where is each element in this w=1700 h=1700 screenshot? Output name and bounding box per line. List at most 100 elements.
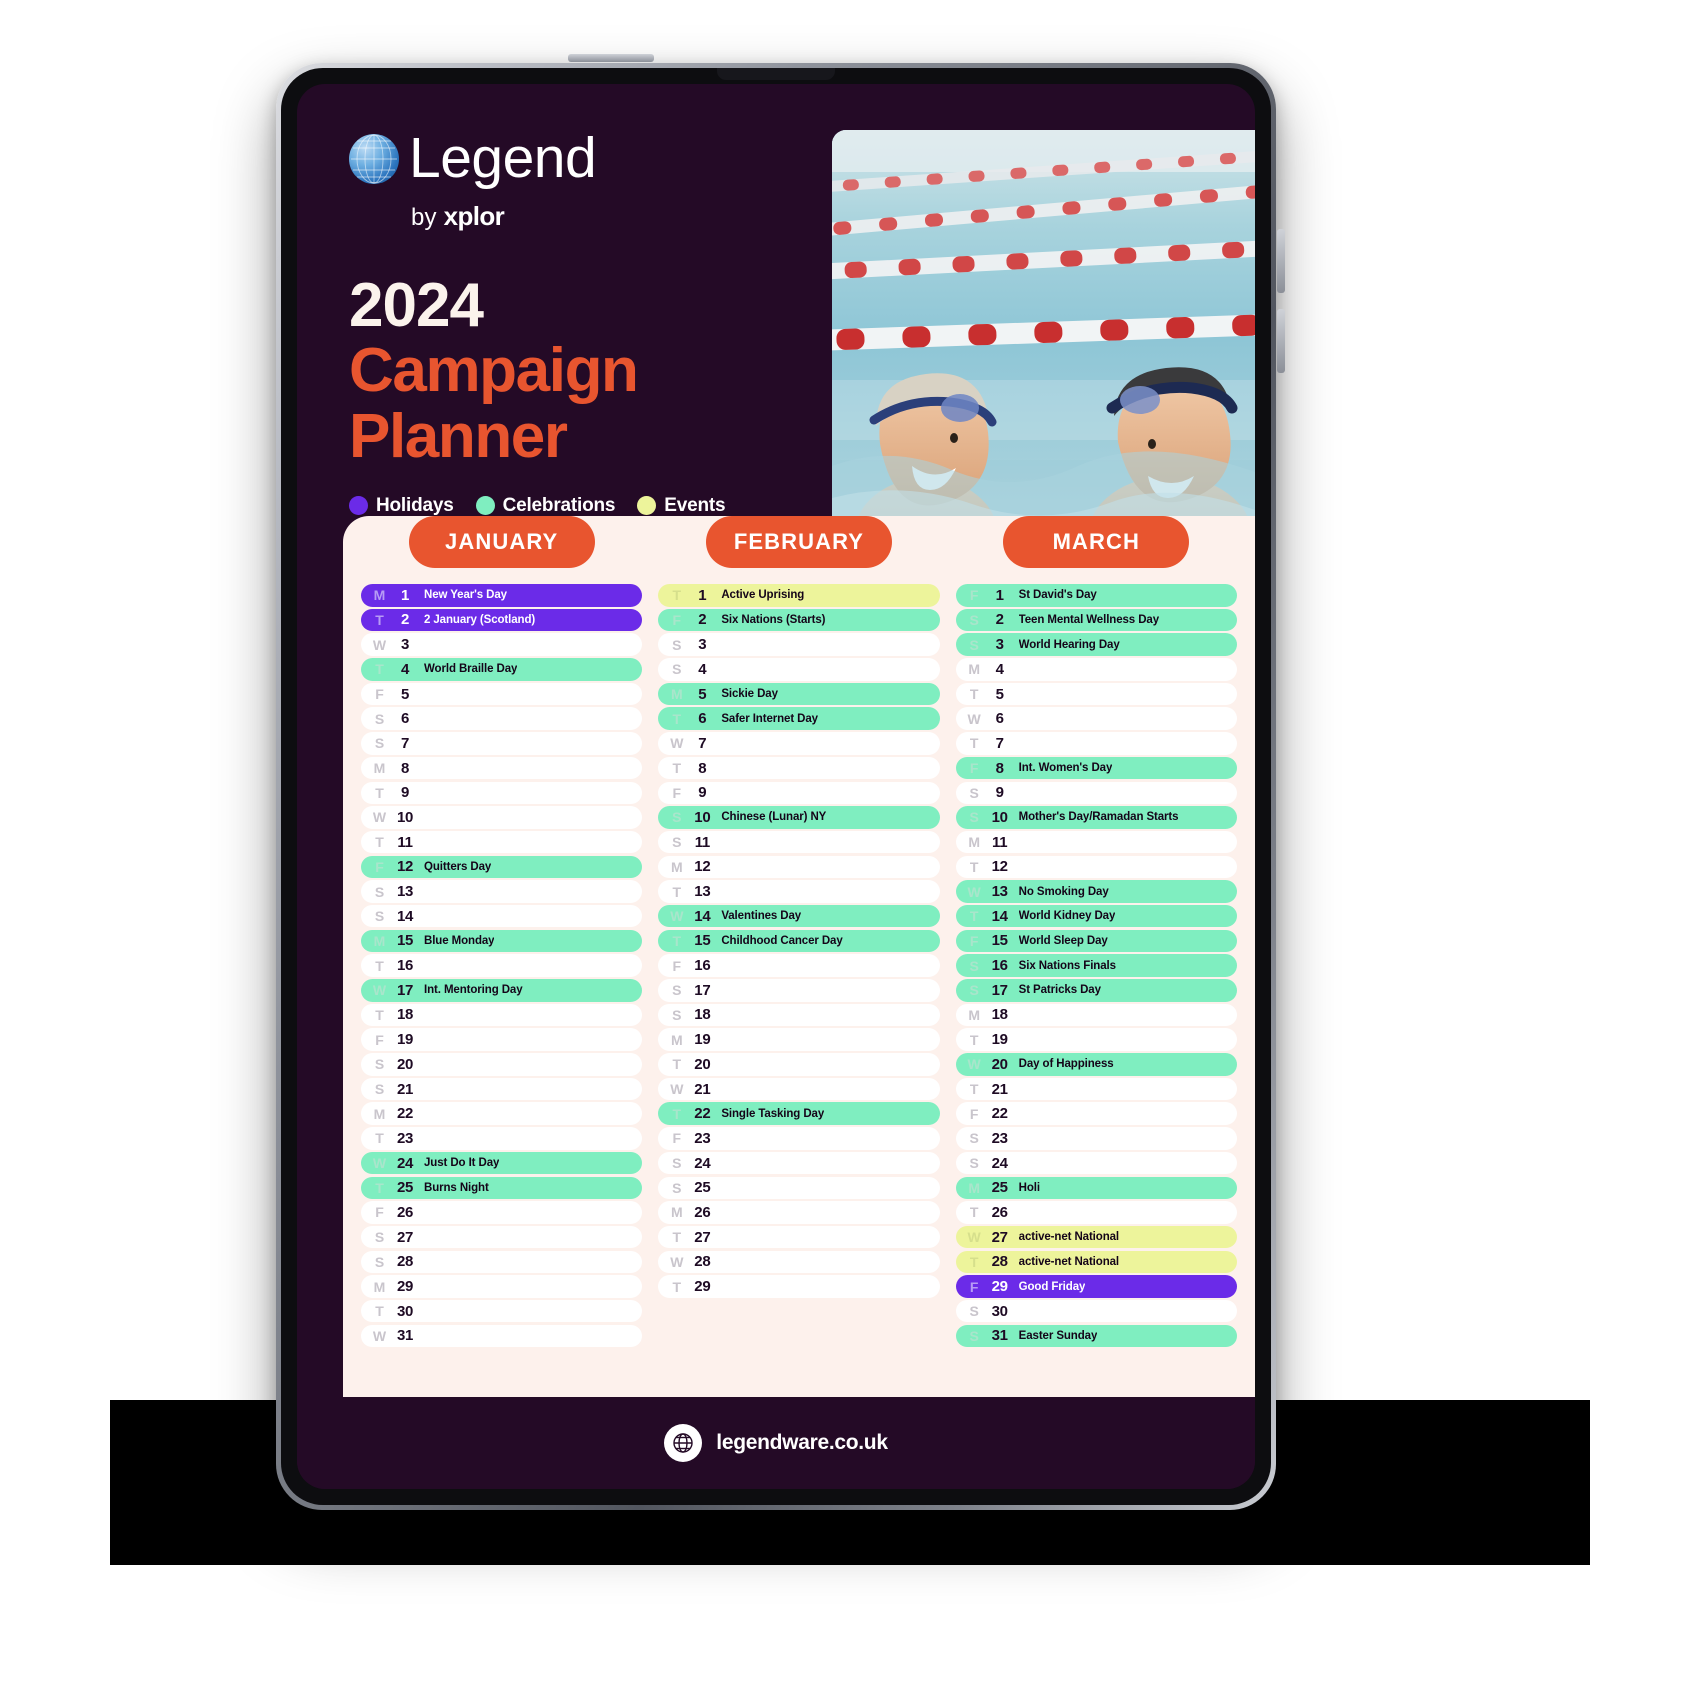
day-row[interactable]: S 13 bbox=[361, 880, 643, 903]
day-row[interactable]: W 28 bbox=[658, 1250, 940, 1274]
day-number: 17 bbox=[694, 981, 711, 999]
day-row[interactable]: F 15 World Sleep Day bbox=[955, 929, 1237, 953]
day-row[interactable]: F 2 Six Nations (Starts) bbox=[658, 608, 940, 632]
day-row[interactable]: T 6 Safer Internet Day bbox=[658, 707, 940, 730]
day-row[interactable]: W6 bbox=[955, 707, 1237, 730]
day-row[interactable]: M4 bbox=[955, 658, 1237, 681]
day-row[interactable]: M 12 bbox=[658, 855, 940, 879]
day-row[interactable]: T 22 Single Tasking Day bbox=[658, 1102, 940, 1125]
day-row[interactable]: W 17 Int. Mentoring Day bbox=[361, 979, 643, 1002]
day-row[interactable]: T 20 bbox=[658, 1053, 940, 1076]
day-row[interactable]: M 15 Blue Monday bbox=[361, 929, 643, 953]
day-row[interactable]: T 23 bbox=[361, 1127, 643, 1150]
day-row[interactable]: S 14 bbox=[361, 904, 643, 928]
day-row[interactable]: W 10 bbox=[361, 806, 643, 829]
day-row[interactable]: S 10 Chinese (Lunar) NY bbox=[658, 806, 940, 829]
day-row[interactable]: M 18 bbox=[955, 1003, 1237, 1027]
day-row[interactable]: S 10 Mother's Day/Ramadan Starts bbox=[955, 806, 1237, 829]
day-row[interactable]: S 28 bbox=[361, 1250, 643, 1274]
day-row[interactable]: T 15 Childhood Cancer Day bbox=[658, 929, 940, 953]
day-row[interactable]: F 16 bbox=[658, 954, 940, 977]
day-row[interactable]: W 21 bbox=[658, 1077, 940, 1101]
day-row[interactable]: T 30 bbox=[361, 1299, 643, 1323]
day-row[interactable]: T 4 World Braille Day bbox=[361, 658, 643, 681]
day-row[interactable]: M 1 New Year's Day bbox=[361, 584, 643, 607]
day-row[interactable]: S9 bbox=[955, 781, 1237, 804]
day-row[interactable]: T 19 bbox=[955, 1028, 1237, 1051]
day-row[interactable]: S 18 bbox=[658, 1003, 940, 1027]
day-row[interactable]: F 29 Good Friday bbox=[955, 1275, 1237, 1298]
day-row[interactable]: W 14 Valentines Day bbox=[658, 904, 940, 928]
day-row[interactable]: T 28 active-net National bbox=[955, 1250, 1237, 1274]
day-row[interactable]: T7 bbox=[955, 732, 1237, 755]
volume-up-button[interactable] bbox=[1277, 229, 1285, 293]
day-row[interactable]: S 24 bbox=[955, 1151, 1237, 1175]
day-row[interactable]: S 30 bbox=[955, 1299, 1237, 1323]
day-row[interactable]: T 16 bbox=[361, 954, 643, 977]
day-row[interactable]: F 8 Int. Women's Day bbox=[955, 756, 1237, 780]
month-title-february[interactable]: FEBRUARY bbox=[705, 516, 892, 568]
day-row[interactable]: M 26 bbox=[658, 1201, 940, 1224]
day-row[interactable]: M 25 Holi bbox=[955, 1176, 1237, 1199]
day-row[interactable]: S 27 bbox=[361, 1225, 643, 1249]
day-row[interactable]: M 22 bbox=[361, 1102, 643, 1125]
day-row[interactable]: T 12 bbox=[955, 855, 1237, 879]
day-row[interactable]: T5 bbox=[955, 682, 1237, 706]
day-row[interactable]: S7 bbox=[361, 732, 643, 755]
day-row[interactable]: F9 bbox=[658, 781, 940, 804]
day-row[interactable]: F 1 St David's Day bbox=[955, 584, 1237, 607]
day-row[interactable]: T2 2 January (Scotland) bbox=[361, 608, 643, 632]
day-row[interactable]: S 11 bbox=[658, 830, 940, 854]
day-row[interactable]: S 31 Easter Sunday bbox=[955, 1324, 1237, 1348]
day-row[interactable]: M 29 bbox=[361, 1275, 643, 1298]
day-row[interactable]: F 19 bbox=[361, 1028, 643, 1051]
day-row[interactable]: S6 bbox=[361, 707, 643, 730]
day-row[interactable]: W 24 Just Do It Day bbox=[361, 1151, 643, 1175]
day-row[interactable]: S 2 Teen Mental Wellness Day bbox=[955, 608, 1237, 632]
day-row[interactable]: S3 bbox=[658, 633, 940, 656]
day-row[interactable]: F 23 bbox=[658, 1127, 940, 1150]
day-row[interactable]: S 17 bbox=[658, 979, 940, 1002]
day-row[interactable]: T 18 bbox=[361, 1003, 643, 1027]
day-row[interactable]: W 27 active-net National bbox=[955, 1225, 1237, 1249]
day-row[interactable]: F5 bbox=[361, 682, 643, 706]
day-row[interactable]: T8 bbox=[658, 756, 940, 780]
day-row[interactable]: T 11 bbox=[361, 830, 643, 854]
day-row[interactable]: S 23 bbox=[955, 1127, 1237, 1150]
day-row[interactable]: T 13 bbox=[658, 880, 940, 903]
day-row[interactable]: S 16 Six Nations Finals bbox=[955, 954, 1237, 977]
day-row[interactable]: T9 bbox=[361, 781, 643, 804]
power-button[interactable] bbox=[568, 54, 654, 62]
volume-down-button[interactable] bbox=[1277, 309, 1285, 373]
day-row[interactable]: T 26 bbox=[955, 1201, 1237, 1224]
day-row[interactable]: S4 bbox=[658, 658, 940, 681]
day-row[interactable]: M 5 Sickie Day bbox=[658, 682, 940, 706]
day-row[interactable]: T 25 Burns Night bbox=[361, 1176, 643, 1199]
day-row[interactable]: S 25 bbox=[658, 1176, 940, 1199]
day-row[interactable]: W 31 bbox=[361, 1324, 643, 1348]
day-row[interactable]: S 17 St Patricks Day bbox=[955, 979, 1237, 1002]
day-row[interactable]: S 3 World Hearing Day bbox=[955, 633, 1237, 656]
day-row[interactable]: S 24 bbox=[658, 1151, 940, 1175]
day-row[interactable]: T 29 bbox=[658, 1275, 940, 1298]
day-row[interactable]: F 12 Quitters Day bbox=[361, 855, 643, 879]
day-row[interactable]: T 27 bbox=[658, 1225, 940, 1249]
day-row[interactable]: W3 bbox=[361, 633, 643, 656]
day-row[interactable]: T 1 Active Uprising bbox=[658, 584, 940, 607]
month-title-march[interactable]: MARCH bbox=[1003, 516, 1190, 568]
day-row[interactable]: W7 bbox=[658, 732, 940, 755]
day-row[interactable]: F 26 bbox=[361, 1201, 643, 1224]
day-row[interactable]: M 19 bbox=[658, 1028, 940, 1051]
day-row[interactable]: S 20 bbox=[361, 1053, 643, 1076]
day-row[interactable]: M8 bbox=[361, 756, 643, 780]
day-row[interactable]: T 14 World Kidney Day bbox=[955, 904, 1237, 928]
day-row[interactable]: M 11 bbox=[955, 830, 1237, 854]
day-row[interactable]: T 21 bbox=[955, 1077, 1237, 1101]
day-row[interactable]: W 13 No Smoking Day bbox=[955, 880, 1237, 903]
day-row[interactable]: F 22 bbox=[955, 1102, 1237, 1125]
day-of-week: W bbox=[372, 1327, 387, 1344]
day-row[interactable]: S 21 bbox=[361, 1077, 643, 1101]
month-title-january[interactable]: JANUARY bbox=[408, 516, 595, 568]
footer-website-url[interactable]: legendware.co.uk bbox=[716, 1431, 888, 1455]
day-row[interactable]: W 20 Day of Happiness bbox=[955, 1053, 1237, 1076]
